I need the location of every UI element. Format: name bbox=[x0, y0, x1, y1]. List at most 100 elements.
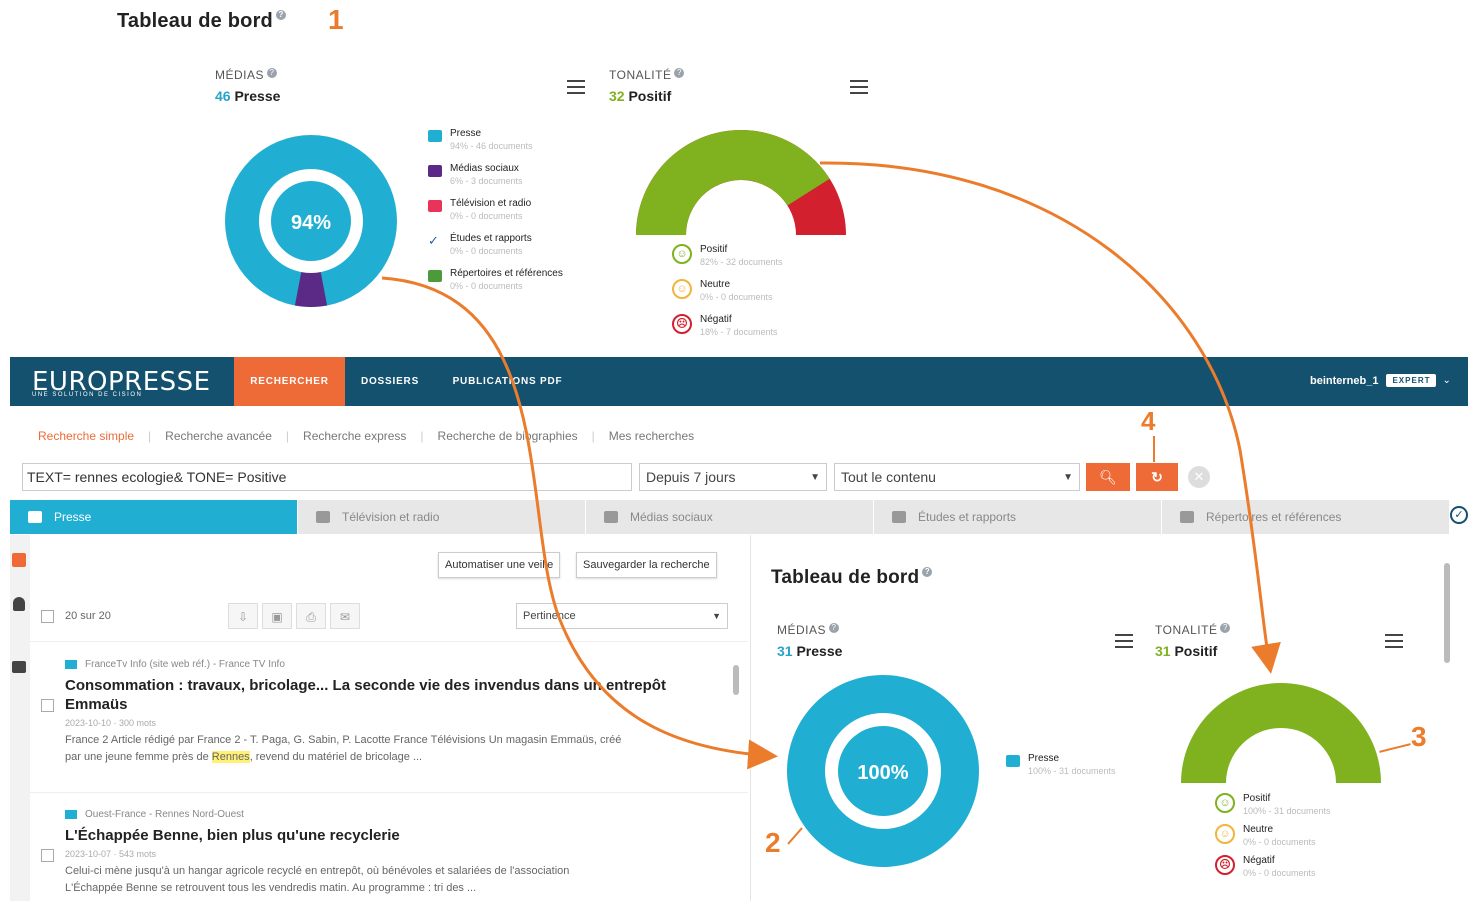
panel-dashboard-title: Tableau de bord? bbox=[771, 567, 933, 589]
logo-tagline: UNE SOLUTION DE CISION bbox=[32, 392, 143, 398]
top-navbar: EUROPRESSE UNE SOLUTION DE CISION RECHER… bbox=[10, 357, 1468, 406]
chevron-down-icon: ▼ bbox=[712, 611, 721, 621]
clear-icon[interactable]: ✕ bbox=[1188, 466, 1210, 488]
scope-select[interactable]: Tout le contenu ▼ bbox=[834, 463, 1080, 491]
panel-medias-menu-icon[interactable] bbox=[1115, 634, 1133, 648]
check-circle-icon[interactable]: ✓ bbox=[1450, 506, 1468, 524]
article-checkbox[interactable] bbox=[41, 699, 54, 712]
tv-icon bbox=[316, 511, 330, 523]
email-icon[interactable]: ✉ bbox=[330, 603, 360, 629]
step-3-pointer bbox=[1379, 743, 1411, 753]
medias-count: 46 bbox=[215, 88, 231, 104]
article-meta: 2023-10-10 · 300 mots bbox=[65, 718, 157, 728]
step-4-pointer bbox=[1153, 436, 1155, 462]
donut-center-label: 100% bbox=[857, 762, 908, 784]
smile-icon: ☺ bbox=[672, 244, 692, 264]
sort-select[interactable]: Pertinence ▼ bbox=[516, 603, 728, 629]
step-marker-2: 2 bbox=[765, 827, 781, 858]
chevron-down-icon[interactable]: ⌄ bbox=[1442, 375, 1450, 386]
scope-select-value: Tout le contenu bbox=[841, 469, 936, 485]
legend-item-negatif[interactable]: ☹ Négatif 0% - 0 documents bbox=[1215, 855, 1375, 878]
help-icon[interactable]: ? bbox=[922, 567, 933, 577]
step-marker-4: 4 bbox=[1141, 406, 1156, 436]
panel-legend-presse[interactable]: Presse 100% - 31 documents bbox=[1006, 753, 1116, 776]
chevron-down-icon: ▼ bbox=[1063, 471, 1073, 483]
tab-repertoires[interactable]: Répertoires et références bbox=[1162, 500, 1450, 534]
chevron-down-icon: ▼ bbox=[810, 471, 820, 483]
print-icon[interactable]: ⎙ bbox=[296, 603, 326, 629]
legend-item-social[interactable]: Médias sociaux 6% - 3 documents bbox=[428, 163, 588, 186]
legend-item-neutre[interactable]: ☺ Neutre 0% - 0 documents bbox=[1215, 824, 1375, 847]
tab-presse[interactable]: Presse bbox=[10, 500, 298, 534]
article-title[interactable]: L'Échappée Benne, bien plus qu'une recyc… bbox=[65, 826, 725, 845]
article-title[interactable]: Consommation : travaux, bricolage... La … bbox=[65, 676, 725, 714]
help-icon[interactable]: ? bbox=[1220, 623, 1231, 633]
panel-tonalite-menu-icon[interactable] bbox=[1385, 634, 1403, 648]
search-mode-nav: Recherche simple | Recherche avancée | Rec… bbox=[38, 429, 695, 443]
tab-recherche-express[interactable]: Recherche express bbox=[303, 429, 406, 443]
search-input[interactable]: TEXT= rennes ecologie& TONE= Positive bbox=[22, 463, 632, 491]
tab-recherche-biographies[interactable]: Recherche de biographies bbox=[438, 429, 578, 443]
article-checkbox[interactable] bbox=[41, 849, 54, 862]
legend-item-positif[interactable]: ☺ Positif 82% - 32 documents bbox=[672, 244, 832, 267]
save-icon[interactable]: ▣ bbox=[262, 603, 292, 629]
panel-tonalite-kpi: TONALITÉ? 31 Positif bbox=[1155, 623, 1231, 659]
article-meta: 2023-10-07 · 543 mots bbox=[65, 849, 157, 859]
help-icon[interactable]: ? bbox=[267, 68, 278, 78]
nav-dossiers[interactable]: DOSSIERS bbox=[355, 357, 425, 406]
tonalite-kpi: TONALITÉ? 32 Positif bbox=[609, 68, 685, 104]
download-icon[interactable]: ⇩ bbox=[228, 603, 258, 629]
medias-label: MÉDIAS bbox=[215, 68, 265, 82]
help-icon[interactable]: ? bbox=[674, 68, 685, 78]
select-all-checkbox[interactable] bbox=[41, 610, 54, 623]
article-item[interactable]: Ouest-France - Rennes Nord-Ouest L'Échap… bbox=[65, 809, 725, 897]
tonalite-menu-icon[interactable] bbox=[850, 80, 868, 94]
automate-watch-button[interactable]: Automatiser une veille bbox=[438, 552, 561, 578]
tonalite-label: TONALITÉ bbox=[609, 68, 672, 82]
medias-donut-chart: 94% bbox=[225, 135, 397, 307]
legend-item-positif[interactable]: ☺ Positif 100% - 31 documents bbox=[1215, 793, 1375, 816]
panel-medias-donut: 100% bbox=[787, 675, 979, 867]
neutral-face-icon: ☺ bbox=[672, 279, 692, 299]
nav-rechercher[interactable]: RECHERCHER bbox=[234, 357, 345, 406]
legend-item-repertoires[interactable]: Répertoires et références 0% - 0 document… bbox=[428, 268, 588, 291]
legend-item-tv[interactable]: Télévision et radio 0% - 0 documents bbox=[428, 198, 588, 221]
medias-menu-icon[interactable] bbox=[567, 80, 585, 94]
dashboard-panel: Tableau de bord? MÉDIAS? 31 Presse 100% … bbox=[750, 535, 1450, 901]
folder-icon[interactable] bbox=[12, 661, 26, 673]
result-count: 20 sur 20 bbox=[65, 610, 111, 622]
tab-mes-recherches[interactable]: Mes recherches bbox=[609, 429, 694, 443]
user-menu[interactable]: beinterneb_1 EXPERT ⌄ bbox=[1310, 374, 1451, 387]
newspaper-icon bbox=[428, 130, 442, 142]
help-icon[interactable]: ? bbox=[275, 10, 286, 20]
legend-item-neutre[interactable]: ☺ Neutre 0% - 0 documents bbox=[672, 279, 832, 302]
results-scrollbar[interactable] bbox=[733, 665, 739, 695]
tab-medias-sociaux[interactable]: Médias sociaux bbox=[586, 500, 874, 534]
tab-recherche-avancee[interactable]: Recherche avancée bbox=[165, 429, 272, 443]
newspaper-icon bbox=[1006, 755, 1020, 767]
tab-television-radio[interactable]: Télévision et radio bbox=[298, 500, 586, 534]
gauge-center-label: 82% bbox=[721, 210, 761, 232]
social-icon bbox=[428, 165, 442, 177]
nav-publications-pdf[interactable]: PUBLICATIONS PDF bbox=[445, 357, 570, 406]
legend-item-negatif[interactable]: ☹ Négatif 18% - 7 documents bbox=[672, 314, 832, 337]
neutral-face-icon: ☺ bbox=[1215, 824, 1235, 844]
search-button[interactable]: 🔍︎ bbox=[1086, 463, 1130, 491]
divider bbox=[30, 641, 748, 642]
reset-search-button[interactable]: ↻ bbox=[1136, 463, 1178, 491]
tv-icon bbox=[428, 200, 442, 212]
panel-tonalite-legend: ☺ Positif 100% - 31 documents ☺ Neutre 0% … bbox=[1215, 793, 1375, 878]
legend-item-etudes[interactable]: ✓ Études et rapports 0% - 0 documents bbox=[428, 233, 588, 256]
legend-item-presse[interactable]: Presse 94% - 46 documents bbox=[428, 128, 588, 151]
save-search-button[interactable]: Sauvegarder la recherche bbox=[576, 552, 717, 578]
dashboard-scrollbar[interactable] bbox=[1444, 563, 1450, 663]
tab-etudes-rapports[interactable]: Études et rapports bbox=[874, 500, 1162, 534]
user-icon[interactable] bbox=[13, 597, 25, 611]
period-select[interactable]: Depuis 7 jours ▼ bbox=[639, 463, 827, 491]
medias-legend: Presse 94% - 46 documents Médias sociaux 6… bbox=[428, 128, 588, 303]
tab-recherche-simple[interactable]: Recherche simple bbox=[38, 429, 134, 443]
article-item[interactable]: FranceTv Info (site web réf.) - France T… bbox=[65, 659, 725, 766]
results-panel: Automatiser une veille Sauvegarder la re… bbox=[30, 535, 748, 901]
documents-icon[interactable] bbox=[12, 553, 26, 567]
help-icon[interactable]: ? bbox=[829, 623, 840, 633]
